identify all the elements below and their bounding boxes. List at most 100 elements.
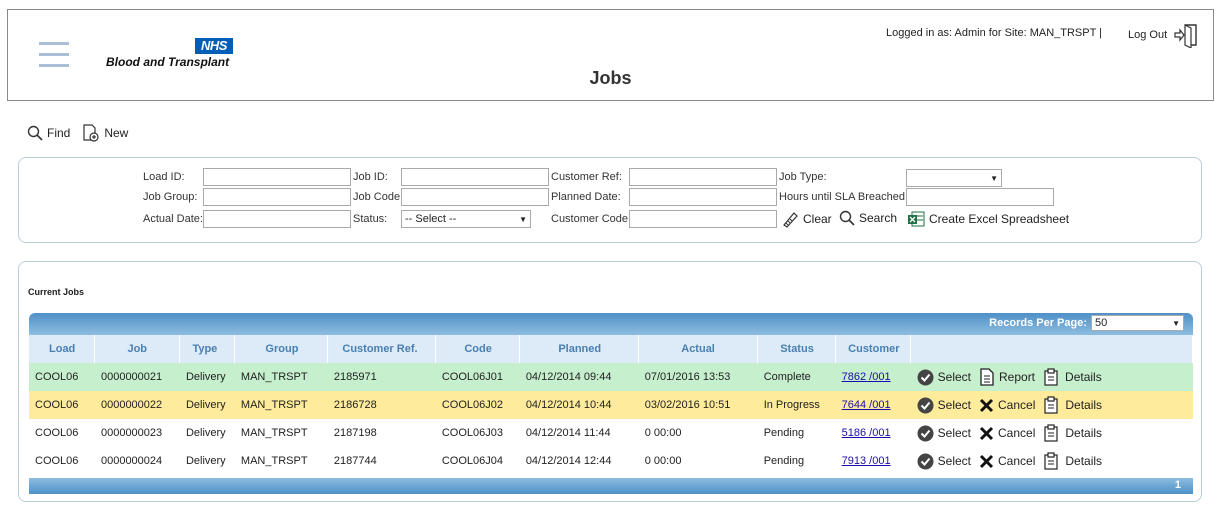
cancel-button[interactable]: Cancel: [979, 454, 1035, 469]
job-group-input[interactable]: [203, 188, 351, 206]
column-header-status[interactable]: Status: [757, 335, 837, 363]
load-id-input[interactable]: [203, 168, 351, 186]
details-button[interactable]: Details: [1043, 452, 1102, 470]
column-header-customer[interactable]: Customer: [835, 335, 912, 363]
menu-icon[interactable]: [39, 42, 69, 68]
cell-actual: 03/02/2016 10:51: [638, 391, 758, 419]
details-button[interactable]: Details: [1043, 368, 1102, 386]
logout-button[interactable]: Log Out: [1128, 22, 1199, 48]
actual-date-input[interactable]: [203, 210, 351, 228]
table-row[interactable]: COOL06 0000000024 Delivery MAN_TRSPT 218…: [29, 447, 1193, 475]
jobs-panel: Current Jobs Records Per Page: 50 ▼ Load…: [18, 261, 1202, 502]
cell-job: 0000000023: [100, 427, 163, 439]
excel-label: Create Excel Spreadsheet: [929, 212, 1070, 226]
customer-link[interactable]: 7862 /001: [842, 371, 891, 383]
clear-label: Clear: [803, 212, 832, 226]
planned-date-input[interactable]: [629, 188, 777, 206]
eraser-icon: [783, 212, 798, 228]
job-type-select[interactable]: ▼: [906, 169, 1002, 187]
check-circle-icon: [917, 425, 934, 441]
table-row[interactable]: COOL06 0000000021 Delivery MAN_TRSPT 218…: [29, 363, 1193, 391]
cell-code: COOL06J02: [435, 391, 520, 419]
logged-in-text: Logged in as: Admin for Site: MAN_TRSPT …: [886, 27, 1103, 39]
details-label: Details: [1065, 454, 1103, 468]
clipboard-icon: [1044, 424, 1058, 442]
cancel-button[interactable]: Cancel: [979, 398, 1035, 413]
cell-customer-ref: 2185971: [327, 363, 436, 391]
cell-actions: Select Cancel Details: [910, 391, 1193, 419]
chevron-down-icon: ▼: [1172, 318, 1180, 328]
cell-actual: 07/01/2016 13:53: [638, 363, 758, 391]
cell-status: In Progress: [757, 391, 836, 419]
column-header-customer-ref[interactable]: Customer Ref.: [327, 335, 437, 363]
cell-group: MAN_TRSPT: [234, 391, 328, 419]
column-header-code[interactable]: Code: [435, 335, 521, 363]
clipboard-icon: [1044, 396, 1058, 414]
search-button[interactable]: Search: [839, 210, 897, 226]
select-button[interactable]: Select: [917, 369, 971, 386]
search-icon: [839, 210, 855, 226]
page-number[interactable]: 1: [1175, 479, 1181, 491]
customer-link[interactable]: 5186 /001: [842, 427, 891, 439]
details-button[interactable]: Details: [1043, 424, 1102, 442]
logo-text: Blood and Transplant: [106, 55, 230, 69]
chevron-down-icon: ▼: [990, 173, 998, 183]
report-label: Report: [999, 370, 1036, 384]
details-button[interactable]: Details: [1043, 396, 1102, 414]
logout-label: Log Out: [1128, 29, 1168, 41]
cell-type: Delivery: [179, 391, 235, 419]
actual-date-label: Actual Date:: [143, 213, 203, 225]
table-row[interactable]: COOL06 0000000022 Delivery MAN_TRSPT 218…: [29, 391, 1193, 419]
select-button[interactable]: Select: [917, 397, 971, 414]
excel-button[interactable]: Create Excel Spreadsheet: [907, 210, 1069, 228]
details-label: Details: [1065, 426, 1103, 440]
clipboard-icon: [1044, 368, 1058, 386]
status-label: Status:: [353, 213, 388, 225]
check-circle-icon: [917, 369, 934, 385]
cell-job: 0000000022: [94, 391, 180, 419]
find-label: Find: [47, 126, 71, 140]
column-header-type[interactable]: Type: [179, 335, 236, 363]
job-group-label: Job Group:: [143, 191, 198, 203]
status-select[interactable]: -- Select -- ▼: [401, 210, 531, 228]
details-label: Details: [1065, 398, 1103, 412]
cancel-label: Cancel: [998, 454, 1036, 468]
search-label: Search: [859, 211, 898, 225]
records-per-page-select[interactable]: 50 ▼: [1091, 315, 1184, 331]
cancel-button[interactable]: Cancel: [979, 426, 1035, 441]
sla-label: Hours until SLA Breached: [779, 191, 905, 203]
customer-ref-input[interactable]: [629, 168, 777, 186]
cell-planned: 04/12/2014 12:44: [525, 455, 612, 467]
new-document-icon: [83, 124, 99, 142]
column-header-group[interactable]: Group: [234, 335, 329, 363]
records-per-page-value: 50: [1095, 317, 1108, 329]
cell-status: Pending: [763, 455, 805, 467]
customer-code-input[interactable]: [629, 210, 777, 228]
column-header-load[interactable]: Load: [29, 335, 96, 363]
select-button[interactable]: Select: [917, 425, 971, 442]
cell-load: COOL06: [29, 363, 95, 391]
clear-button[interactable]: Clear: [781, 210, 832, 228]
toolbar: Find New: [27, 124, 128, 142]
select-button[interactable]: Select: [917, 453, 971, 470]
close-icon: [979, 426, 994, 440]
job-code-input[interactable]: [401, 188, 549, 206]
cell-code: COOL06J04: [441, 455, 503, 467]
cell-planned: 04/12/2014 11:44: [525, 427, 611, 439]
customer-link[interactable]: 7644 /001: [842, 399, 891, 411]
cell-load: COOL06: [35, 427, 79, 439]
sla-input[interactable]: [906, 188, 1054, 206]
column-header-job[interactable]: Job: [94, 335, 181, 363]
customer-link[interactable]: 7913 /001: [842, 455, 891, 467]
new-button[interactable]: New: [82, 124, 128, 142]
cell-customer: 7644 /001: [835, 391, 911, 419]
job-id-input[interactable]: [401, 168, 549, 186]
table-row[interactable]: COOL06 0000000023 Delivery MAN_TRSPT 218…: [29, 419, 1193, 447]
select-label: Select: [937, 398, 971, 412]
job-code-label: Job Code: [353, 191, 401, 203]
find-button[interactable]: Find: [27, 125, 70, 141]
column-header-planned[interactable]: Planned: [519, 335, 640, 363]
report-button[interactable]: Report: [979, 368, 1035, 386]
column-header-actual[interactable]: Actual: [638, 335, 759, 363]
cell-load: COOL06: [35, 455, 79, 467]
